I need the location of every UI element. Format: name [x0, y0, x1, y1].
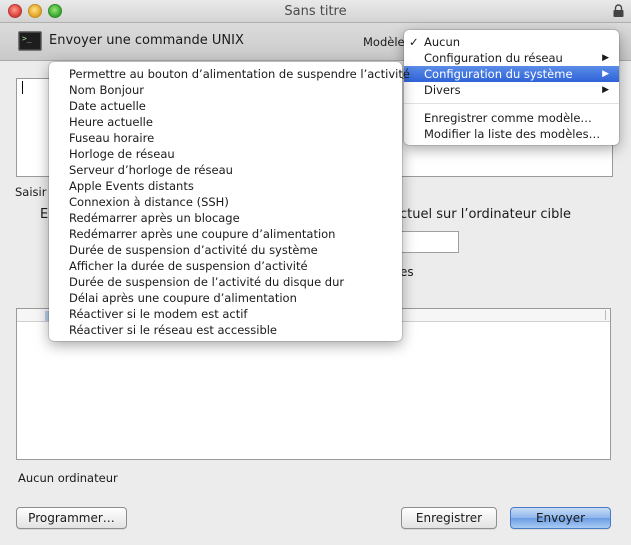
menu-item-display-sleep-time[interactable]: Afficher la durée de suspension d’activi… [49, 258, 402, 274]
schedule-button[interactable]: Programmer… [16, 507, 127, 529]
menu-item-network-time-server[interactable]: Serveur d’horloge de réseau [49, 162, 402, 178]
submenu-arrow-icon: ▶ [602, 53, 609, 63]
template-menu-item-none[interactable]: ✓ Aucun [404, 34, 619, 50]
template-menu-item-network[interactable]: Configuration du réseau ▶ [404, 50, 619, 66]
menu-separator [404, 103, 619, 104]
menu-item-remote-apple-events[interactable]: Apple Events distants [49, 178, 402, 194]
checkmark-icon: ✓ [409, 35, 419, 49]
run-as-label-start: E [40, 207, 49, 222]
template-menu: ✓ Aucun Configuration du réseau ▶ Config… [404, 30, 619, 145]
template-label: Modèle [363, 35, 405, 49]
menu-item-restart-after-power-failure[interactable]: Redémarrer après une coupure d’alimentat… [49, 226, 402, 242]
template-menu-item-misc[interactable]: Divers ▶ [404, 82, 619, 98]
menu-item-current-time[interactable]: Heure actuelle [49, 114, 402, 130]
text-caret [22, 81, 23, 94]
menu-item-remote-login-ssh[interactable]: Connexion à distance (SSH) [49, 194, 402, 210]
menu-item-power-button-sleep[interactable]: Permettre au bouton d’alimentation de su… [49, 66, 410, 82]
template-menu-item-system[interactable]: Configuration du système ▶ [404, 66, 619, 82]
window-title: Sans titre [284, 4, 347, 19]
edit-template-list-item[interactable]: Modifier la liste des modèles… [404, 126, 619, 142]
menu-item-system-sleep-time[interactable]: Durée de suspension d’activité du systèm… [49, 242, 402, 258]
save-button[interactable]: Enregistrer [401, 507, 497, 529]
menu-item-network-time[interactable]: Horloge de réseau [49, 146, 402, 162]
menu-item-power-failure-delay[interactable]: Délai après une coupure d’alimentation [49, 290, 402, 306]
user-name-field[interactable] [398, 231, 459, 253]
submenu-arrow-icon: ▶ [602, 85, 609, 95]
header-title: Envoyer une commande UNIX [49, 33, 244, 48]
save-as-template-item[interactable]: Enregistrer comme modèle… [404, 110, 619, 126]
menu-item-wake-on-modem[interactable]: Réactiver si le modem est actif [49, 306, 402, 322]
menu-item-bonjour-name[interactable]: Nom Bonjour [49, 82, 402, 98]
run-as-label-end: ctuel sur l’ordinateur cible [400, 207, 572, 222]
status-label: Aucun ordinateur [18, 471, 118, 485]
enter-command-label: Saisir [15, 185, 47, 199]
menu-item-disk-sleep-time[interactable]: Durée de suspension de l’activité du dis… [49, 274, 402, 290]
terminal-icon: >_ [18, 31, 42, 51]
title-bar: Sans titre [0, 0, 631, 23]
menu-item-current-date[interactable]: Date actuelle [49, 98, 402, 114]
output-option-label: es [400, 265, 414, 279]
menu-item-restart-after-freeze[interactable]: Redémarrer après un blocage [49, 210, 402, 226]
system-config-submenu: Permettre au bouton d’alimentation de su… [49, 62, 410, 341]
menu-item-time-zone[interactable]: Fuseau horaire [49, 130, 402, 146]
lock-icon[interactable] [612, 4, 625, 18]
submenu-arrow-icon: ▶ [602, 69, 609, 79]
send-button[interactable]: Envoyer [510, 507, 611, 529]
menu-item-wake-on-network[interactable]: Réactiver si le réseau est accessible [49, 322, 402, 338]
column-divider[interactable] [605, 310, 606, 320]
